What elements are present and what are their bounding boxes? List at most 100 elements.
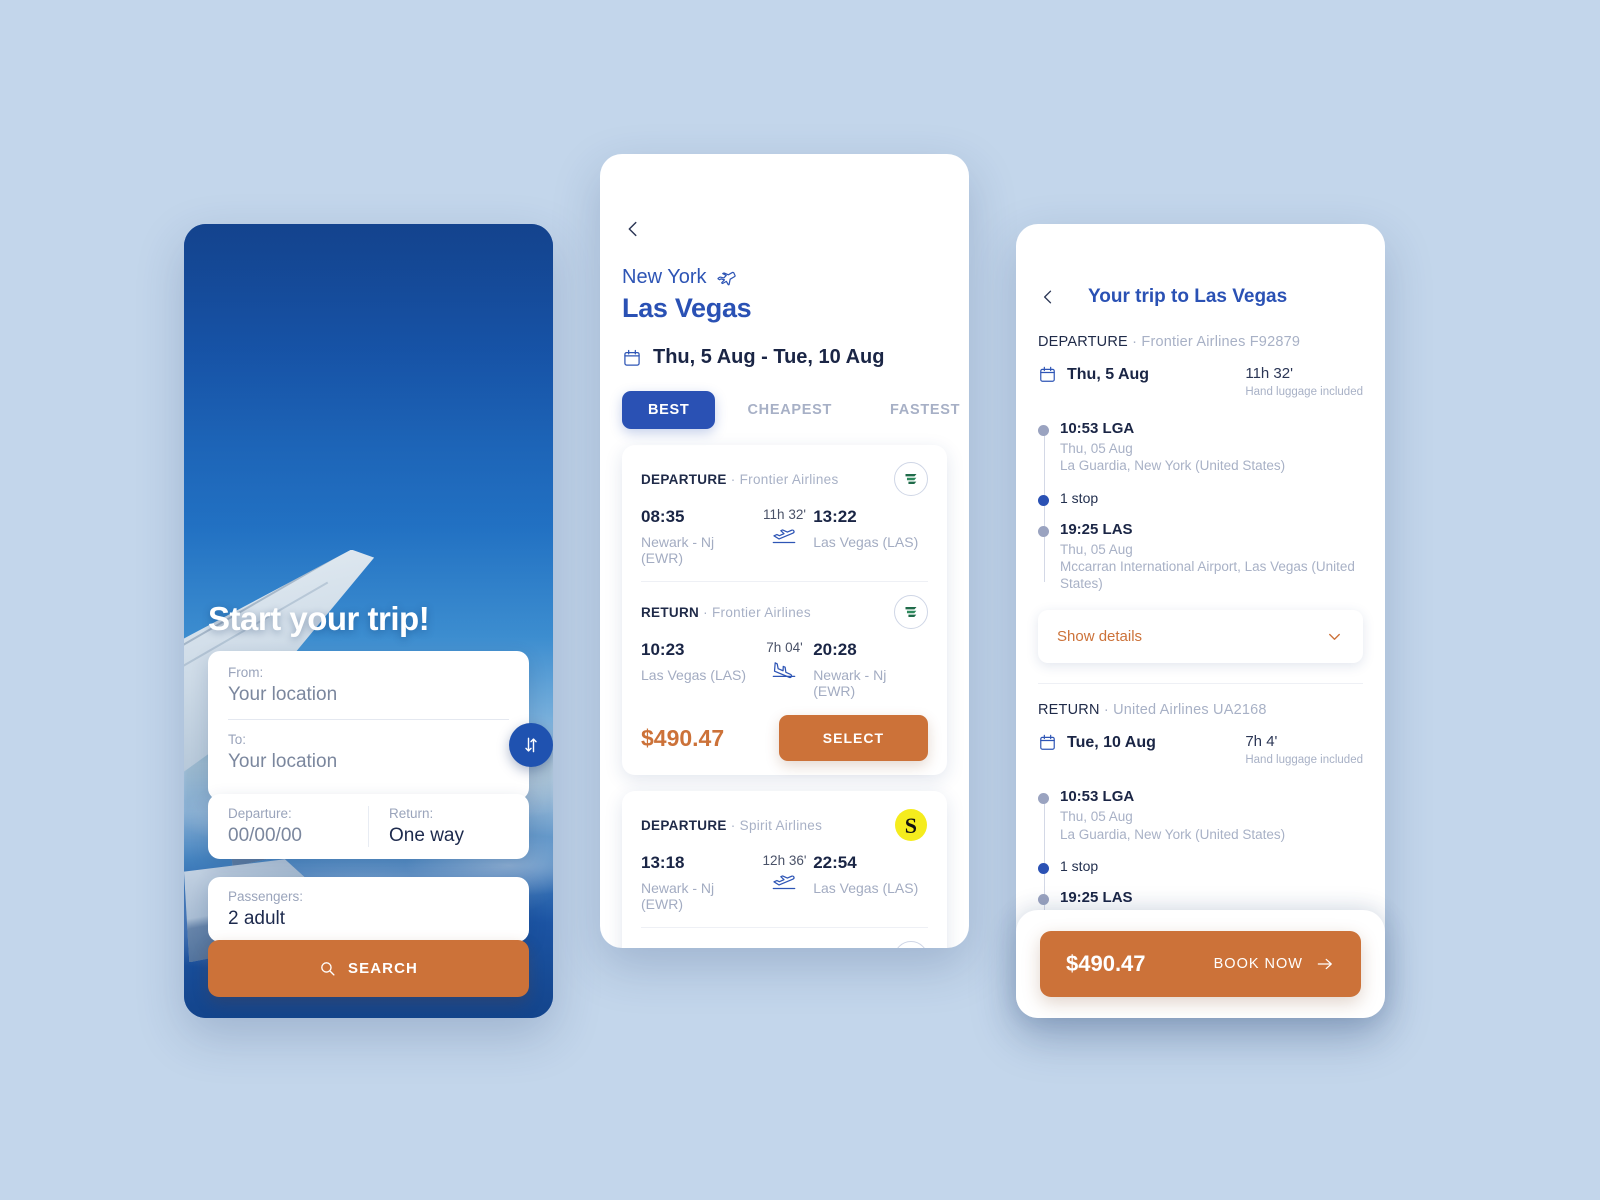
leg-duration: 11h 32' bbox=[763, 507, 806, 522]
chevron-down-icon bbox=[1329, 634, 1340, 641]
segment-divider bbox=[1038, 683, 1363, 685]
stop-date: Thu, 05 Aug bbox=[1060, 809, 1133, 825]
leg-divider bbox=[641, 927, 928, 928]
segment-duration: 11h 32' bbox=[1245, 365, 1293, 382]
segment-airline-flight: Frontier Airlines F92879 bbox=[1141, 334, 1301, 350]
passengers-card[interactable]: Passengers: 2 adult bbox=[208, 877, 529, 942]
depart-airport: Newark - Nj (EWR) bbox=[641, 534, 715, 566]
stop-date: Thu, 05 Aug bbox=[1060, 441, 1133, 456]
leg-type: DEPARTURE bbox=[641, 471, 727, 487]
segment-baggage: Hand luggage included bbox=[1245, 754, 1363, 767]
return-label: Return: bbox=[389, 806, 434, 821]
timeline-dot-icon bbox=[1038, 425, 1049, 436]
swap-vertical-icon bbox=[525, 737, 537, 753]
depart-time: 13:18 bbox=[641, 853, 685, 872]
dates-card: Departure: 00/00/00 Return: One way bbox=[208, 794, 529, 859]
book-bar: $490.47 BOOK NOW bbox=[1016, 910, 1385, 1018]
flight-card[interactable]: DEPARTURE · Spirit Airlines S 13:18 Newa… bbox=[622, 791, 947, 948]
show-details-label: Show details bbox=[1057, 628, 1143, 646]
frontier-logo-icon bbox=[905, 606, 917, 618]
united-logo-icon bbox=[899, 946, 923, 948]
arrive-airport: Newark - Nj (EWR) bbox=[813, 667, 887, 699]
departure-label: Departure: bbox=[228, 806, 292, 821]
book-price: $490.47 bbox=[1066, 951, 1146, 976]
segment-timeline: 10:53 LGA Thu, 05 Aug La Guardia, New Yo… bbox=[1038, 788, 1363, 926]
stop-count: 1 stop bbox=[1060, 857, 1099, 874]
passengers-label: Passengers: bbox=[228, 889, 304, 904]
leg-duration: 7h 04' bbox=[766, 640, 803, 655]
tab-fastest[interactable]: FASTEST bbox=[864, 391, 969, 429]
leg-times: 10:23 Las Vegas (LAS) 7h 04' 20:28 Newar… bbox=[641, 640, 928, 699]
timeline-dot-icon bbox=[1038, 793, 1049, 805]
segment-meta: Tue, 10 Aug 7h 4' Hand luggage included bbox=[1038, 733, 1363, 766]
depart-airport: Las Vegas (LAS) bbox=[641, 667, 747, 683]
to-field[interactable]: To: Your location bbox=[228, 732, 509, 786]
stop-time-code: 19:25 LAS bbox=[1060, 888, 1133, 906]
leg-header: DEPARTURE · Spirit Airlines S bbox=[641, 808, 928, 842]
stop-date: Thu, 05 Aug bbox=[1060, 541, 1133, 557]
leg-airline: Frontier Airlines bbox=[739, 471, 839, 487]
segment-date-label: Thu, 5 Aug bbox=[1067, 365, 1150, 383]
stop-time-code: 19:25 LAS bbox=[1060, 520, 1133, 538]
passengers-value[interactable]: 2 adult bbox=[228, 908, 509, 930]
arrive-time: 20:28 bbox=[813, 640, 857, 659]
date-range-row[interactable]: Thu, 5 Aug - Tue, 10 Aug bbox=[622, 346, 947, 369]
segment-airline-flight: United Airlines UA2168 bbox=[1113, 702, 1267, 719]
location-fields-card: From: Your location To: Your location bbox=[208, 651, 553, 800]
departure-date-value[interactable]: 00/00/00 bbox=[228, 825, 348, 847]
calendar-icon bbox=[1040, 735, 1055, 751]
to-label: To: bbox=[228, 732, 247, 747]
leg-type: RETURN bbox=[641, 604, 700, 620]
spirit-logo-icon: S bbox=[895, 809, 927, 841]
show-details-button[interactable]: Show details bbox=[1038, 610, 1363, 664]
book-now-button[interactable]: $490.47 BOOK NOW bbox=[1040, 931, 1361, 997]
stop-airport: Mccarran International Airport, Las Vega… bbox=[1060, 558, 1355, 592]
tab-best[interactable]: BEST bbox=[622, 391, 716, 429]
leg-duration: 12h 36' bbox=[762, 853, 807, 868]
field-divider bbox=[228, 719, 509, 720]
timeline-stop: 1 stop bbox=[1038, 857, 1363, 874]
book-now-label: BOOK NOW bbox=[1213, 956, 1303, 972]
search-icon bbox=[321, 962, 335, 976]
search-button[interactable]: SEARCH bbox=[208, 940, 529, 997]
leg-divider bbox=[641, 581, 928, 582]
page-title: Start your trip! bbox=[208, 600, 430, 637]
from-input[interactable]: Your location bbox=[228, 684, 509, 719]
from-field[interactable]: From: Your location bbox=[228, 665, 509, 719]
trip-details-screen: Your trip to Las Vegas DEPARTURE · Front… bbox=[1016, 224, 1385, 1018]
flight-card[interactable]: DEPARTURE · Frontier Airlines 08:35 Newa… bbox=[622, 445, 947, 775]
from-label: From: bbox=[228, 665, 264, 680]
origin-row: New York bbox=[622, 266, 947, 289]
tab-cheapest[interactable]: CHEAPEST bbox=[721, 391, 858, 429]
timeline-stop: 10:53 LGA Thu, 05 Aug La Guardia, New Yo… bbox=[1038, 420, 1363, 475]
segment-type: DEPARTURE bbox=[1038, 334, 1128, 350]
segment-header: RETURN · United Airlines UA2168 bbox=[1038, 702, 1267, 719]
segment-date: Thu, 5 Aug bbox=[1038, 365, 1149, 384]
svg-text:S: S bbox=[905, 813, 918, 838]
swap-locations-button[interactable] bbox=[509, 723, 553, 767]
chevron-left-icon bbox=[628, 221, 637, 237]
timeline-stop: 1 stop bbox=[1038, 490, 1363, 506]
trip-header: Your trip to Las Vegas bbox=[1038, 286, 1363, 308]
departure-date-field[interactable]: Departure: 00/00/00 bbox=[208, 806, 368, 847]
stop-time-code: 10:53 LGA bbox=[1060, 788, 1135, 806]
depart-time: 10:23 bbox=[641, 640, 685, 659]
return-date-field[interactable]: Return: One way bbox=[368, 806, 529, 847]
calendar-icon bbox=[1040, 366, 1055, 382]
leg-header: RETURN · Frontier Airlines bbox=[641, 595, 928, 629]
segment-meta: Thu, 5 Aug 11h 32' Hand luggage included bbox=[1038, 365, 1363, 398]
trip-back-button[interactable] bbox=[1038, 287, 1058, 307]
takeoff-icon bbox=[756, 872, 813, 892]
price-row: $490.47 SELECT bbox=[641, 715, 928, 761]
timeline-dot-icon bbox=[1038, 893, 1049, 905]
frontier-logo-icon bbox=[905, 473, 917, 485]
select-button[interactable]: SELECT bbox=[778, 715, 928, 761]
segment-timeline: 10:53 LGA Thu, 05 Aug La Guardia, New Yo… bbox=[1038, 420, 1363, 592]
results-back-button[interactable] bbox=[622, 218, 644, 240]
frontier-logo bbox=[894, 462, 928, 496]
to-input[interactable]: Your location bbox=[228, 751, 509, 786]
arrive-airport: Las Vegas (LAS) bbox=[813, 534, 919, 550]
return-date-value[interactable]: One way bbox=[389, 825, 509, 847]
timeline-stop: 19:25 LAS Thu, 05 Aug Mccarran Internati… bbox=[1038, 520, 1363, 593]
landing-icon bbox=[756, 659, 813, 679]
